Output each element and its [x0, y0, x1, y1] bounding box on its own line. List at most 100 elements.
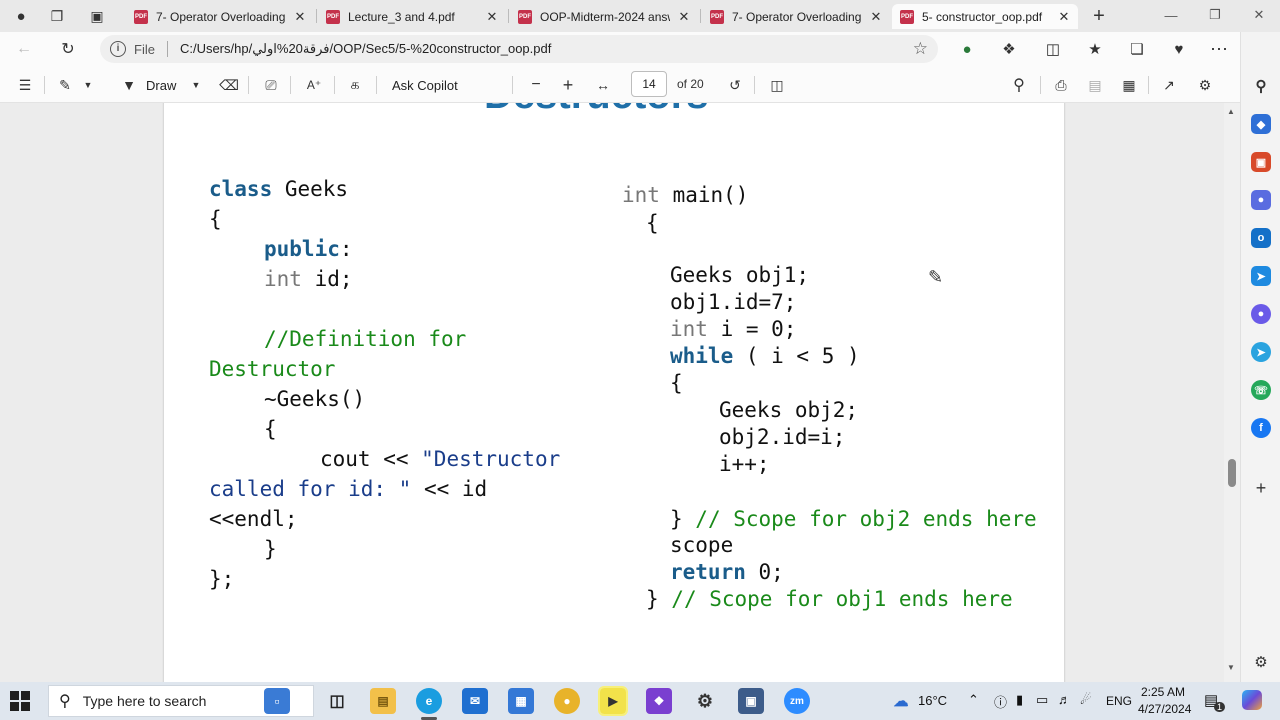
tab-operator-overloading-1[interactable]: PDF 7- Operator Overloading.p ✕	[126, 4, 314, 29]
workspaces-icon[interactable]: ❐	[44, 4, 70, 28]
tab-constructor-oop[interactable]: PDF 5- constructor_oop.pdf ✕	[892, 4, 1078, 29]
chrome-icon[interactable]: ●	[554, 688, 580, 714]
messenger-icon[interactable]: ●	[1251, 304, 1271, 324]
add-text-icon[interactable]: ⎚	[260, 74, 282, 96]
new-tab-button[interactable]: +	[1086, 4, 1112, 28]
split-screen-icon[interactable]: ◫	[1042, 38, 1064, 60]
search-highlight-icon[interactable]: ▫	[264, 688, 290, 714]
telegram-icon[interactable]: ➤	[1251, 342, 1271, 362]
chevron-down-icon[interactable]: ▼	[188, 74, 204, 96]
refresh-button[interactable]: ↻	[54, 36, 82, 62]
settings-icon[interactable]: ⚙	[692, 688, 718, 714]
code-text: 0;	[745, 560, 784, 584]
collections-icon[interactable]: ❏	[1126, 38, 1148, 60]
page-view-icon[interactable]: ◫	[766, 74, 788, 96]
code-line: scope	[670, 533, 733, 557]
fit-to-page-icon[interactable]: ↔	[592, 74, 614, 96]
save-as-icon[interactable]: ▦	[1118, 74, 1140, 96]
tab-lecture-3-4[interactable]: PDF Lecture_3 and 4.pdf ✕	[318, 4, 506, 29]
help-icon[interactable]: ⓘ	[994, 692, 1007, 711]
settings-more-icon[interactable]: ⋯	[1208, 38, 1230, 60]
outlook-icon[interactable]: o	[1251, 228, 1271, 248]
ask-copilot-button[interactable]: Ask Copilot	[392, 74, 458, 96]
clock-time[interactable]: 2:25 AM	[1141, 685, 1185, 699]
tab-close-icon[interactable]: ✕	[1056, 9, 1072, 25]
facebook-icon[interactable]: f	[1251, 418, 1271, 438]
pdf-settings-gear-icon[interactable]: ⚙	[1194, 74, 1216, 96]
tab-title: 5- constructor_oop.pdf	[922, 9, 1043, 24]
pdf-viewer[interactable]: Destructors class Geeks { public: int id…	[0, 103, 1240, 682]
back-button[interactable]: ←	[10, 36, 38, 62]
search-icon[interactable]: ⚲	[1008, 74, 1030, 96]
read-aloud-text-icon[interactable]: A⁺	[302, 74, 326, 96]
fullscreen-icon[interactable]: ↗	[1158, 74, 1180, 96]
profile-icon[interactable]: ●	[8, 4, 34, 28]
print-icon[interactable]: ⎙	[1050, 74, 1072, 96]
extensions-icon[interactable]: ❖	[998, 38, 1020, 60]
restore-button[interactable]: ❐	[1192, 0, 1238, 30]
vertical-scrollbar[interactable]: ▲ ▼	[1224, 103, 1240, 682]
sidebar-settings-icon[interactable]: ⚙	[1251, 652, 1271, 672]
tab-close-icon[interactable]: ✕	[292, 9, 308, 25]
office-icon[interactable]: ●	[1251, 190, 1271, 210]
scrollbar-thumb[interactable]	[1228, 459, 1236, 487]
language-indicator[interactable]: ENG	[1106, 694, 1132, 708]
shopping-tag-icon[interactable]: ◆	[1251, 114, 1271, 134]
draw-button[interactable]: Draw	[146, 74, 176, 96]
tab-operator-overloading-2[interactable]: PDF 7- Operator Overloading.p ✕	[702, 4, 890, 29]
microphone-icon[interactable]: ▮	[1016, 692, 1023, 708]
add-sidebar-app-icon[interactable]: +	[1251, 478, 1271, 498]
extension-globe-icon[interactable]: ●	[956, 38, 978, 60]
whatsapp-icon[interactable]: ☏	[1251, 380, 1271, 400]
tab-close-icon[interactable]: ✕	[484, 9, 500, 25]
scroll-down-arrow-icon[interactable]: ▼	[1227, 663, 1235, 672]
page-number-input[interactable]: 14	[631, 71, 667, 97]
contents-icon[interactable]: ☰	[14, 74, 36, 96]
zoom-out-button[interactable]: −	[526, 74, 546, 96]
tab-oop-midterm[interactable]: PDF OOP-Midterm-2024 answ ✕	[510, 4, 698, 29]
pdf-icon: PDF	[710, 9, 724, 24]
recorder-app-icon[interactable]: ▶	[598, 686, 628, 716]
code-text: :	[339, 237, 353, 261]
zoom-in-button[interactable]: +	[558, 74, 578, 96]
visual-studio-icon[interactable]: ❖	[646, 688, 672, 714]
tray-chevron-up-icon[interactable]: ⌃	[968, 692, 979, 708]
task-view-icon[interactable]: ◫	[324, 688, 350, 714]
site-info-icon[interactable]: i	[110, 41, 126, 57]
battery-icon[interactable]: ▭	[1036, 692, 1048, 708]
translate-icon[interactable]: க	[344, 74, 366, 96]
windows-start-icon[interactable]	[10, 691, 30, 711]
eraser-icon[interactable]: ⌫	[218, 74, 240, 96]
zoom-icon[interactable]: zm	[784, 688, 810, 714]
volume-icon[interactable]: ♬	[1058, 692, 1071, 707]
tab-close-icon[interactable]: ✕	[676, 9, 692, 25]
tab-close-icon[interactable]: ✕	[868, 9, 884, 25]
favorites-icon[interactable]: ★	[1084, 38, 1106, 60]
mail-icon[interactable]: ✉	[462, 688, 488, 714]
rotate-icon[interactable]: ↺	[724, 74, 746, 96]
sidebar-search-icon[interactable]: ⚲	[1251, 76, 1271, 96]
scroll-up-arrow-icon[interactable]: ▲	[1227, 107, 1235, 116]
tab-actions-icon[interactable]: ▣	[84, 4, 110, 28]
weather-icon[interactable]: ☁	[888, 688, 914, 714]
weather-temp[interactable]: 16°C	[918, 693, 947, 708]
clock-date[interactable]: 4/27/2024	[1138, 702, 1191, 716]
wifi-icon[interactable]: ☄	[1080, 692, 1092, 708]
store-icon[interactable]: ▦	[508, 688, 534, 714]
highlight-icon[interactable]: ✎	[54, 74, 76, 96]
close-window-button[interactable]: ✕	[1236, 0, 1280, 30]
draw-pen-icon[interactable]: ▼	[118, 74, 140, 96]
send-icon[interactable]: ➤	[1251, 266, 1271, 286]
edge-icon[interactable]: e	[416, 688, 442, 714]
url-input[interactable]: i File C:/Users/hp/فرقة20%اولي/OOP/Sec5/…	[100, 35, 938, 63]
save-icon[interactable]: ▤	[1084, 74, 1106, 96]
file-explorer-icon[interactable]: ▤	[370, 688, 396, 714]
url-text[interactable]: C:/Users/hp/فرقة20%اولي/OOP/Sec5/5-%20co…	[180, 41, 551, 57]
browser-essentials-icon[interactable]: ♥	[1168, 38, 1190, 60]
copilot-preview-icon[interactable]	[1242, 690, 1262, 710]
chevron-down-icon[interactable]: ▼	[80, 74, 96, 96]
snipping-tool-icon[interactable]: ▣	[738, 688, 764, 714]
favorite-star-icon[interactable]: ☆	[913, 39, 928, 59]
minimize-button[interactable]: —	[1148, 0, 1194, 30]
toolbox-icon[interactable]: ▣	[1251, 152, 1271, 172]
